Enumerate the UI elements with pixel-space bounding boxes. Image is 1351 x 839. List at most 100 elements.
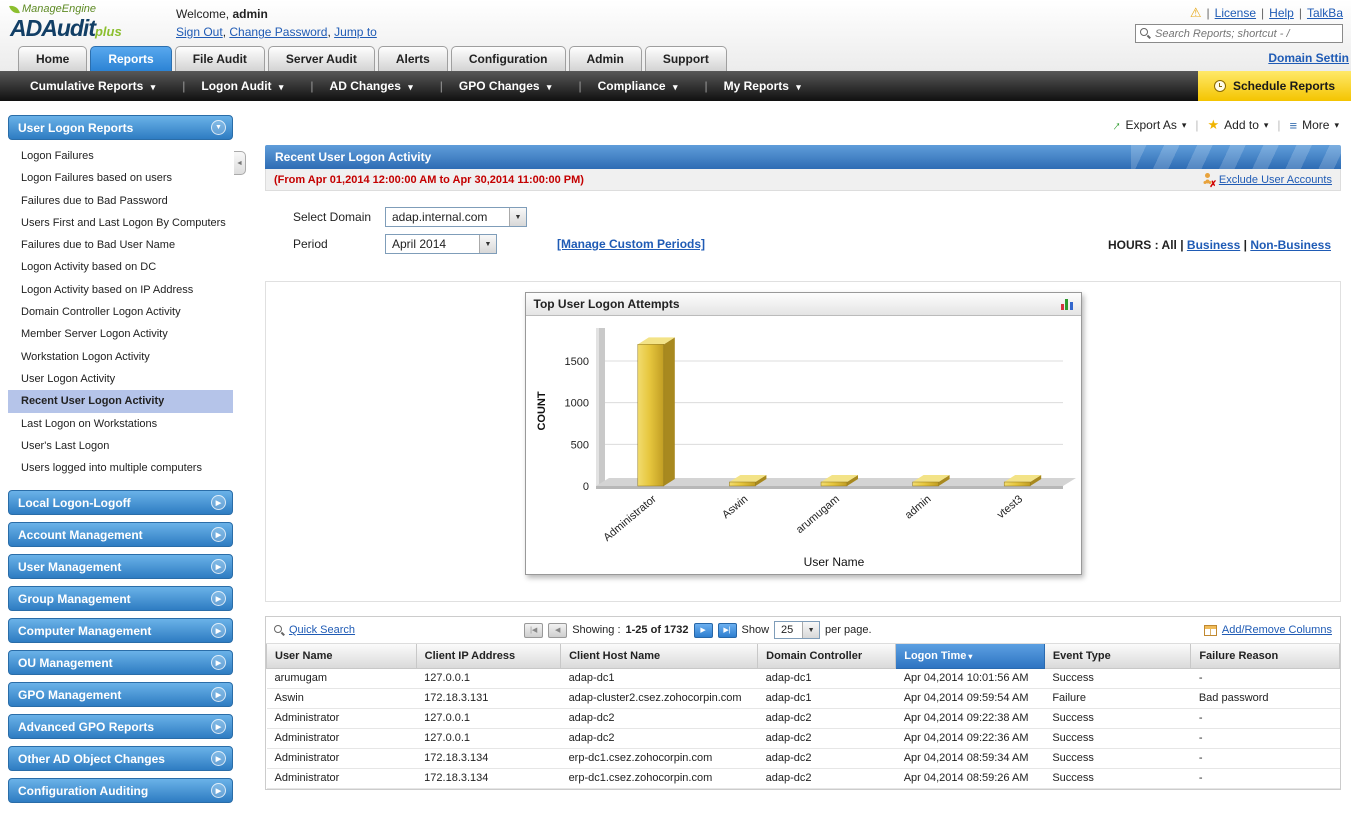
add-to-button[interactable]: ★ Add to ▾ xyxy=(1208,117,1269,133)
add-to-label: Add to xyxy=(1224,118,1259,132)
next-page-button[interactable]: ▶ xyxy=(693,622,713,638)
sidebar-item-user-logon-activity[interactable]: User Logon Activity xyxy=(8,368,233,390)
help-link[interactable]: Help xyxy=(1269,6,1294,20)
sidebar-item-users-first-and-last-logon-by-computers[interactable]: Users First and Last Logon By Computers xyxy=(8,212,233,234)
jump-to-link[interactable]: Jump to xyxy=(334,25,377,39)
tab-reports[interactable]: Reports xyxy=(90,46,172,71)
table-controls: Quick Search |◀ ◀ Showing : 1-25 of 1732… xyxy=(266,617,1340,644)
hours-business-link[interactable]: Business xyxy=(1187,238,1240,252)
column-header-failure-reason[interactable]: Failure Reason xyxy=(1190,644,1340,669)
column-header-logon-time[interactable]: Logon Time ▾ xyxy=(895,644,1045,669)
menu-item-my-reports[interactable]: My Reports ▾ xyxy=(708,79,828,93)
sidebar-item-last-logon-on-workstations[interactable]: Last Logon on Workstations xyxy=(8,413,233,435)
menu-item-ad-changes[interactable]: AD Changes ▾ xyxy=(314,79,440,93)
sidebar-item-recent-user-logon-activity[interactable]: Recent User Logon Activity xyxy=(8,390,233,413)
menu-item-logon-audit[interactable]: Logon Audit ▾ xyxy=(185,79,310,93)
sidebar-item-member-server-logon-activity[interactable]: Member Server Logon Activity xyxy=(8,323,233,345)
sidebar-section-group-management[interactable]: Group Management ▶ xyxy=(8,586,233,612)
column-header-user-name[interactable]: User Name xyxy=(266,644,417,669)
search-input[interactable] xyxy=(1155,27,1338,40)
quick-search[interactable]: Quick Search xyxy=(274,624,355,636)
add-remove-columns[interactable]: Add/Remove Columns xyxy=(1203,624,1332,636)
chart-type-icon[interactable] xyxy=(1060,298,1073,310)
sidebar-item-logon-activity-based-on-ip-address[interactable]: Logon Activity based on IP Address xyxy=(8,279,233,301)
x-tick-label: vtest3 xyxy=(994,493,1024,521)
sidebar-item-users-logged-into-multiple-computers[interactable]: Users logged into multiple computers xyxy=(8,457,233,479)
sidebar-section-computer-management[interactable]: Computer Management ▶ xyxy=(8,618,233,644)
table-cell: adap-dc2 xyxy=(757,748,896,769)
sidebar-section-local-logon-logoff[interactable]: Local Logon-Logoff ▶ xyxy=(8,490,233,516)
hours-all-label: HOURS : All xyxy=(1107,238,1177,252)
page-size-select[interactable]: 25 ▼ xyxy=(774,621,821,639)
quick-search-link[interactable]: Quick Search xyxy=(289,624,355,636)
results-table: User Name Client IP Address Client Host Na… xyxy=(266,644,1340,789)
sidebar-item-workstation-logon-activity[interactable]: Workstation Logon Activity xyxy=(8,346,233,368)
report-title-bar: Recent User Logon Activity xyxy=(265,145,1341,169)
separator: , xyxy=(327,25,331,39)
license-link[interactable]: License xyxy=(1215,6,1256,20)
sidebar-item-logon-activity-based-on-dc[interactable]: Logon Activity based on DC xyxy=(8,256,233,278)
column-header-client-ip-address[interactable]: Client IP Address xyxy=(415,644,562,669)
add-remove-columns-link[interactable]: Add/Remove Columns xyxy=(1222,624,1332,636)
sidebar-collapse-handle[interactable]: ◄ xyxy=(234,151,246,175)
period-select[interactable]: April 2014 ▼ xyxy=(385,234,497,254)
menu-item-gpo-changes[interactable]: GPO Changes ▾ xyxy=(443,79,579,93)
tab-alerts[interactable]: Alerts xyxy=(377,46,448,71)
last-page-button[interactable]: ▶| xyxy=(717,622,737,638)
table-cell: erp-dc1.csez.zohocorpin.com xyxy=(560,748,758,769)
tab-configuration[interactable]: Configuration xyxy=(450,46,566,71)
sign-out-link[interactable]: Sign Out xyxy=(176,25,223,39)
table-cell: arumugam xyxy=(266,668,417,689)
sidebar-item-domain-controller-logon-activity[interactable]: Domain Controller Logon Activity xyxy=(8,301,233,323)
change-password-link[interactable]: Change Password xyxy=(229,25,327,39)
tab-server-audit[interactable]: Server Audit xyxy=(267,46,375,71)
more-button[interactable]: ≡ More ▾ xyxy=(1290,118,1339,133)
pagination: |◀ ◀ Showing : 1-25 of 1732 ▶ ▶| Show 25… xyxy=(524,621,872,639)
column-header-client-host-name[interactable]: Client Host Name xyxy=(560,644,759,669)
exclude-user-accounts[interactable]: Exclude User Accounts xyxy=(1201,173,1332,190)
results-table-panel: Quick Search |◀ ◀ Showing : 1-25 of 1732… xyxy=(265,616,1341,790)
tab-support[interactable]: Support xyxy=(644,46,727,71)
report-date-bar: (From Apr 01,2014 12:00:00 AM to Apr 30,… xyxy=(265,169,1341,191)
sidebar-item-logon-failures[interactable]: Logon Failures xyxy=(8,145,233,167)
search-box[interactable] xyxy=(1135,24,1343,43)
schedule-reports-button[interactable]: Schedule Reports xyxy=(1197,71,1351,101)
sidebar-item-user-s-last-logon[interactable]: User's Last Logon xyxy=(8,435,233,457)
column-header-event-type[interactable]: Event Type xyxy=(1043,644,1192,669)
warning-icon[interactable]: ⚠ xyxy=(1190,5,1202,21)
tab-home[interactable]: Home xyxy=(18,46,88,71)
table-cell: Success xyxy=(1044,728,1191,749)
sidebar-section-user-management[interactable]: User Management ▶ xyxy=(8,554,233,580)
sidebar-section-other-ad-object-changes[interactable]: Other AD Object Changes ▶ xyxy=(8,746,233,772)
table-cell: adap-dc2 xyxy=(757,728,896,749)
hours-non-business-link[interactable]: Non-Business xyxy=(1250,238,1331,252)
sidebar-section-account-management[interactable]: Account Management ▶ xyxy=(8,522,233,548)
table-cell: Administrator xyxy=(266,728,417,749)
sidebar-section-user-logon-reports[interactable]: User Logon Reports ▼ xyxy=(8,115,233,140)
talkback-link[interactable]: TalkBa xyxy=(1307,6,1343,20)
table-cell: Success xyxy=(1044,748,1191,769)
sidebar-section-gpo-management[interactable]: GPO Management ▶ xyxy=(8,682,233,708)
show-label: Show xyxy=(741,624,770,636)
sidebar-item-failures-due-to-bad-user-name[interactable]: Failures due to Bad User Name xyxy=(8,234,233,256)
previous-page-button[interactable]: ◀ xyxy=(548,622,568,638)
table-cell: Administrator xyxy=(266,748,417,769)
domain-select[interactable]: adap.internal.com ▼ xyxy=(385,207,527,227)
tab-admin[interactable]: Admin xyxy=(568,46,642,71)
column-header-domain-controller[interactable]: Domain Controller xyxy=(757,644,897,669)
first-page-button[interactable]: |◀ xyxy=(524,622,544,638)
sidebar-section-advanced-gpo-reports[interactable]: Advanced GPO Reports ▶ xyxy=(8,714,233,740)
sidebar-item-logon-failures-based-on-users[interactable]: Logon Failures based on users xyxy=(8,167,233,189)
exclude-user-accounts-link[interactable]: Exclude User Accounts xyxy=(1219,174,1332,186)
manage-custom-periods-link[interactable]: [Manage Custom Periods] xyxy=(557,237,705,251)
menu-item-compliance[interactable]: Compliance ▾ xyxy=(582,79,705,93)
domain-settings-link[interactable]: Domain Settin xyxy=(1268,51,1349,65)
section-label: User Logon Reports xyxy=(18,120,134,135)
export-as-button[interactable]: ↑ Export As ▾ xyxy=(1110,117,1186,133)
section-label: OU Management xyxy=(18,655,113,670)
sidebar-section-ou-management[interactable]: OU Management ▶ xyxy=(8,650,233,676)
tab-file-audit[interactable]: File Audit xyxy=(174,46,265,71)
menu-item-cumulative-reports[interactable]: Cumulative Reports ▾ xyxy=(14,79,182,93)
sidebar-section-configuration-auditing[interactable]: Configuration Auditing ▶ xyxy=(8,778,233,804)
sidebar-item-failures-due-to-bad-password[interactable]: Failures due to Bad Password xyxy=(8,190,233,212)
